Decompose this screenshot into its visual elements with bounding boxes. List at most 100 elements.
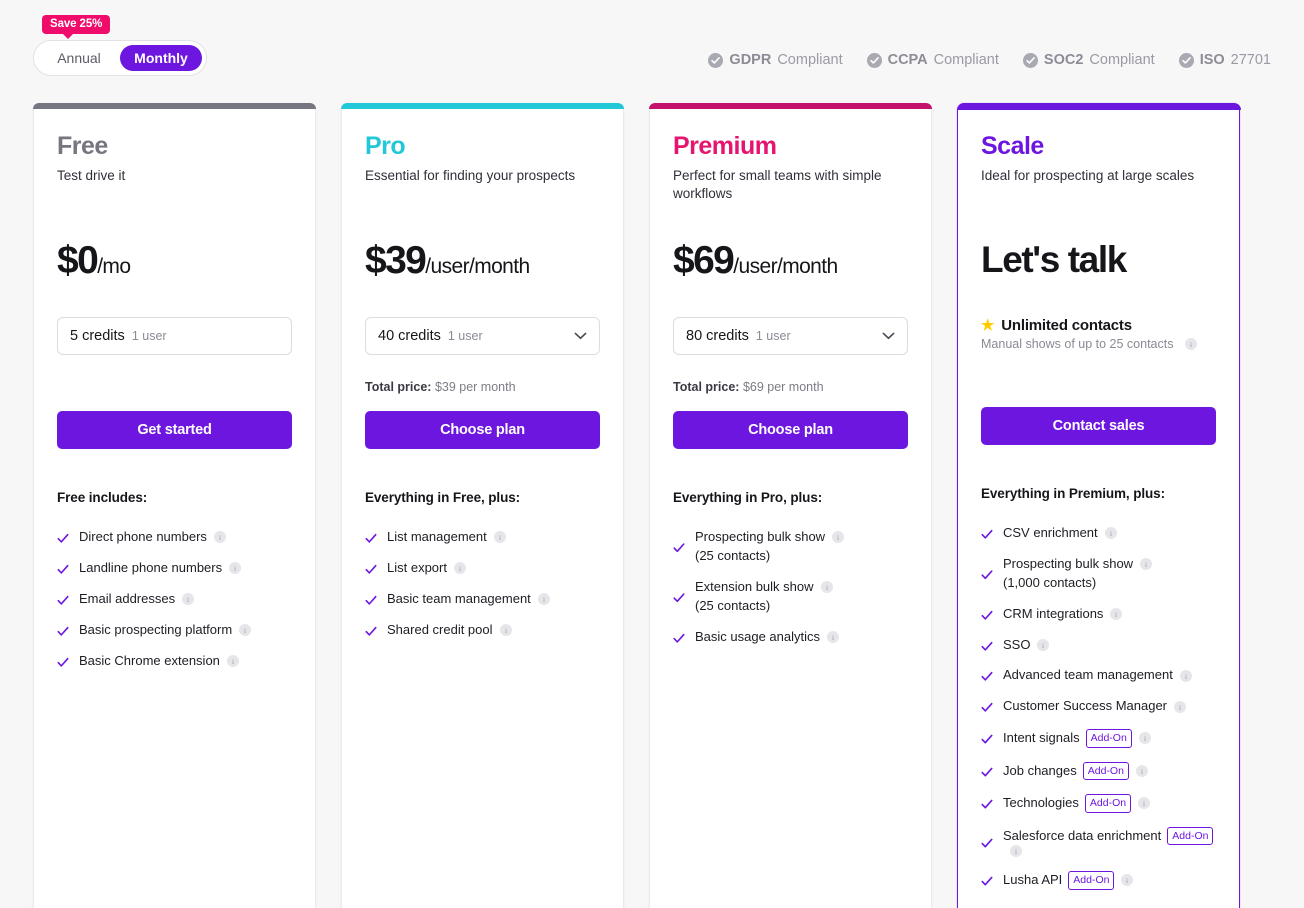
info-icon[interactable]: i (1140, 558, 1153, 571)
chevron-down-icon[interactable] (574, 332, 587, 340)
compliance-badge-rest: Compliant (1089, 52, 1155, 68)
includes-title: Free includes: (57, 490, 148, 505)
credits-amount: 80 credits (686, 328, 749, 344)
svg-text:i: i (837, 534, 839, 542)
checkmark-icon (981, 799, 993, 809)
compare-all-features-free[interactable]: Compare all features (57, 890, 292, 908)
info-icon[interactable]: i (1138, 732, 1151, 745)
info-icon[interactable]: i (1174, 700, 1187, 713)
total-price: Total price: $69 per month (673, 380, 908, 397)
feature-label: Prospecting bulk show (1003, 555, 1134, 571)
plan-price: $39 (365, 239, 427, 282)
svg-text:i: i (832, 634, 834, 642)
svg-text:i: i (1126, 877, 1128, 885)
credits-selector-free: 5 credits 1 user (57, 317, 292, 355)
feature-item: Lusha API Add-On i (981, 871, 1216, 890)
feature-item: Technologies Add-On i (981, 794, 1216, 813)
feature-item: Prospecting bulk show i (25 contacts) (673, 529, 908, 565)
checkmark-icon (981, 734, 993, 744)
feature-label: Direct phone numbers (79, 529, 207, 544)
compliance-badges: GDPR Compliant CCPA Compliant SOC2 Compliant I… (708, 52, 1271, 68)
billing-toggle-monthly[interactable]: Monthly (120, 45, 202, 71)
info-icon[interactable]: i (239, 624, 252, 637)
compare-all-features-pro[interactable]: Compare all features (365, 890, 600, 908)
svg-text:i: i (505, 627, 507, 635)
feature-item: Basic prospecting platform i (57, 622, 292, 639)
billing-toggle[interactable]: Annual Monthly (33, 40, 207, 76)
billing-toggle-annual[interactable]: Annual (38, 45, 120, 71)
info-icon[interactable]: i (493, 531, 506, 544)
feature-item: Salesforce data enrichment Add-On i (981, 826, 1216, 858)
info-icon[interactable]: i (1185, 338, 1198, 350)
checkmark-icon (57, 657, 69, 667)
svg-text:i: i (1115, 611, 1117, 619)
credits-selector-premium[interactable]: 80 credits 1 user (673, 317, 908, 355)
plan-price-row: Let's talk (981, 239, 1216, 287)
info-icon[interactable]: i (1010, 845, 1022, 858)
feature-label: Email addresses (79, 590, 176, 606)
cta-button-scale[interactable]: Contact sales (981, 407, 1216, 445)
info-icon[interactable]: i (1179, 669, 1192, 682)
credits-selector-pro[interactable]: 40 credits 1 user (365, 317, 600, 355)
unlimited-headline-row: ★ Unlimited contacts (981, 317, 1216, 334)
compliance-badge-rest: Compliant (933, 52, 999, 68)
info-icon[interactable]: i (226, 655, 239, 667)
svg-text:i: i (1042, 642, 1044, 650)
save-badge: Save 25% (42, 15, 111, 39)
plan-price: Let's talk (981, 239, 1127, 280)
plan-name: Pro (365, 132, 406, 160)
svg-text:i: i (234, 565, 236, 573)
info-icon[interactable]: i (827, 631, 840, 643)
credits-amount: 5 credits (70, 328, 125, 344)
svg-text:i: i (543, 596, 545, 604)
compliance-badge-bold: GDPR (729, 52, 772, 68)
info-icon[interactable]: i (213, 531, 226, 544)
card-accent-bar (956, 102, 1241, 110)
checkmark-icon (57, 626, 69, 636)
feature-label: Advanced team management (1003, 667, 1173, 683)
feature-item: Email addresses i (57, 591, 292, 608)
info-icon[interactable]: i (229, 562, 242, 575)
info-icon[interactable]: i (182, 593, 195, 606)
svg-text:i: i (244, 627, 246, 635)
info-icon[interactable]: i (1138, 797, 1151, 810)
info-icon[interactable]: i (832, 531, 845, 544)
check-circle-icon (866, 52, 882, 68)
info-icon[interactable]: i (1121, 874, 1134, 887)
credits-users: 1 user (131, 329, 167, 343)
svg-text:i: i (1190, 341, 1192, 349)
feature-sublabel: (25 contacts) (695, 597, 771, 613)
compare-all-features-scale[interactable]: Compare all features (981, 890, 1216, 908)
info-icon[interactable]: i (1104, 527, 1117, 540)
feature-item: Landline phone numbers i (57, 560, 292, 577)
addon-badge: Add-On (1085, 729, 1132, 748)
card-accent-bar (649, 103, 932, 109)
info-icon[interactable]: i (1037, 639, 1050, 651)
feature-sublabel: (1,000 contacts) (1003, 574, 1097, 590)
feature-label: Job changes (1003, 762, 1077, 778)
chevron-down-icon[interactable] (882, 332, 895, 340)
svg-text:i: i (1179, 704, 1181, 712)
checkmark-icon (57, 533, 69, 543)
info-icon[interactable]: i (820, 581, 833, 594)
cta-button-free[interactable]: Get started (57, 411, 292, 449)
info-icon[interactable]: i (499, 624, 512, 637)
compare-all-features-premium[interactable]: Compare all features (673, 890, 908, 908)
feature-item: Prospecting bulk show i (1,000 contacts) (981, 556, 1216, 592)
cta-button-premium[interactable]: Choose plan (673, 411, 908, 449)
pricing-card-free: Free Test drive it $0/mo 5 credits 1 user Ge… (33, 103, 316, 908)
feature-item: Extension bulk show i (25 contacts) (673, 579, 908, 615)
feature-label: Customer Success Manager (1003, 698, 1168, 714)
info-icon[interactable]: i (1110, 608, 1123, 621)
feature-list: CSV enrichment i Prospecting bulk show i (1,… (981, 525, 1216, 890)
cta-button-pro[interactable]: Choose plan (365, 411, 600, 449)
feature-item: SSO i (981, 637, 1216, 654)
info-icon[interactable]: i (1135, 764, 1148, 777)
compliance-badge-bold: CCPA (887, 52, 928, 68)
feature-list: Prospecting bulk show i (25 contacts) Exten… (673, 529, 908, 645)
svg-text:i: i (1145, 561, 1147, 569)
info-icon[interactable]: i (453, 562, 466, 575)
info-icon[interactable]: i (537, 593, 550, 606)
compliance-badge-gdpr: GDPR Compliant (708, 52, 843, 68)
checkmark-icon (57, 564, 69, 574)
